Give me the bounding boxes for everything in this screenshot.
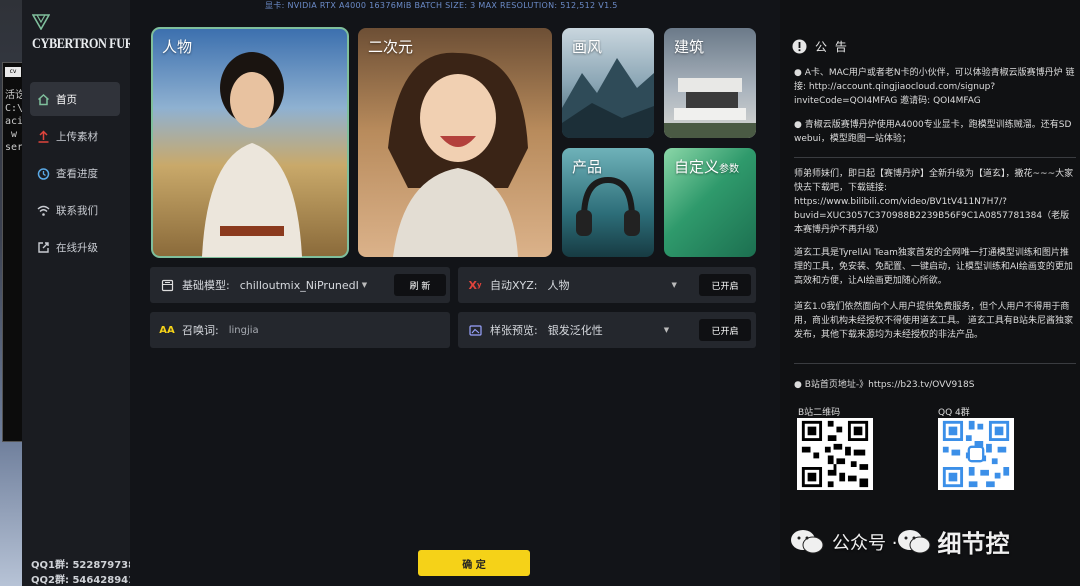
chevron-down-icon[interactable]: ▼ [672, 281, 677, 289]
announcement-title: 公 告 [815, 40, 849, 54]
wechat-icon [898, 529, 931, 553]
notice-paragraph-4: 道玄工具是TyrellAI Team独家首发的全网唯一打通模型训练和图片推理的工… [794, 248, 1073, 286]
wifi-icon [36, 203, 50, 217]
wechat-icon [791, 529, 824, 553]
divider [794, 363, 1076, 364]
nav-item-upgrade[interactable]: 在线升级 [30, 230, 120, 264]
logo-icon [32, 14, 50, 30]
base-model-panel: 基础模型: chilloutmix_NiPrunedI ▼ 刷 新 [150, 267, 450, 303]
announcement-panel: 公 告 ● A卡、MAC用户或者老N卡的小伙伴，可以体验青椒云版赛博丹炉 链接:… [780, 0, 1080, 586]
qq-group-qr-code [938, 418, 1014, 490]
confirm-button[interactable]: 确 定 [418, 550, 530, 576]
prompt-input[interactable]: lingjia [229, 325, 429, 336]
bilibili-link[interactable]: ● B站首页地址-》https://b23.tv/OVV918S [794, 378, 1077, 392]
auto-xyz-panel: Xy 自动XYZ: 人物 ▼ 已开启 [458, 267, 756, 303]
category-label: 建筑 [674, 38, 705, 56]
preview-panel: 样张预览: 银发泛化性 ▼ 已开启 [458, 312, 756, 348]
app-logo-text: CYBERTRON FURNACE [32, 36, 167, 52]
watermark-brand: 细节控 [937, 530, 1010, 558]
category-label: 自定义参数 [674, 158, 740, 176]
category-card-anime[interactable]: 二次元 [358, 28, 552, 257]
gpu-info: 显卡: NVIDIA RTX A4000 16376MiB BATCH SIZE… [265, 1, 618, 10]
progress-icon [36, 166, 50, 180]
database-icon [160, 278, 174, 292]
category-card-product[interactable]: 产品 [562, 148, 654, 257]
preview-toggle[interactable]: 已开启 [699, 319, 751, 341]
category-label: 产品 [572, 158, 603, 176]
console-badge: cv [5, 67, 21, 77]
external-link-icon [36, 240, 50, 254]
info-icon [792, 39, 807, 54]
nav-label: 首页 [56, 93, 77, 106]
bilibili-qr-code [797, 418, 873, 490]
nav-item-contact[interactable]: 联系我们 [30, 193, 120, 227]
category-card-portrait[interactable]: 人物 [151, 27, 349, 258]
watermark: 公众号 · 细节控 [790, 524, 1009, 559]
app-window: CYBERTRON FURNACE 首页 上传素材 查看进度 联系我们 在线升级… [22, 0, 780, 586]
chevron-down-icon[interactable]: ▼ [362, 281, 367, 289]
nav-label: 上传素材 [56, 130, 98, 143]
qq-group-2: QQ2群: 546428941 [31, 575, 136, 586]
qq-group-1: QQ1群: 522879738 [31, 560, 136, 571]
notice-paragraph-2: ● 青椒云版赛博丹炉使用A4000专业显卡，跑模型训练贼溜。还有SD webui… [794, 120, 1072, 144]
chevron-down-icon[interactable]: ▼ [664, 326, 669, 334]
image-icon [468, 323, 482, 337]
qr-label-bilibili: B站二维码 [798, 408, 841, 418]
portrait-image [202, 52, 302, 257]
category-card-custom[interactable]: 自定义参数 [664, 148, 756, 257]
nav-item-progress[interactable]: 查看进度 [30, 156, 120, 190]
anime-image [388, 52, 528, 257]
prompt-label: 召唤词: [182, 324, 219, 337]
watermark-text: 公众号 · [832, 532, 898, 554]
auto-xyz-label: 自动XYZ: [490, 279, 538, 292]
category-label: 画风 [572, 38, 603, 56]
notice-paragraph-3: 师弟师妹们，即日起【赛博丹炉】全新升级为【道玄】，撒花~~~大家快去下载吧，下载… [794, 169, 1074, 235]
qr-label-qq: QQ 4群 [938, 408, 970, 418]
prompt-panel: AA 召唤词: lingjia [150, 312, 450, 348]
nav-label: 联系我们 [56, 204, 98, 217]
refresh-button[interactable]: 刷 新 [394, 274, 446, 296]
text-icon: AA [159, 324, 175, 336]
sidebar: CYBERTRON FURNACE 首页 上传素材 查看进度 联系我们 在线升级… [22, 0, 167, 586]
nav-label: 查看进度 [56, 167, 98, 180]
nav-item-upload[interactable]: 上传素材 [30, 119, 120, 153]
announcement-header: 公 告 [792, 38, 849, 55]
category-card-architecture[interactable]: 建筑 [664, 28, 756, 138]
upload-icon [36, 129, 50, 143]
console-window[interactable]: cv 活讫 C:\ aci w ser [2, 62, 25, 442]
notice-paragraph-1: ● A卡、MAC用户或者老N卡的小伙伴，可以体验青椒云版赛博丹炉 链接: htt… [794, 68, 1075, 106]
nav-label: 在线升级 [56, 241, 98, 254]
notice-paragraph-5: 道玄1.0我们依然面向个人用户提供免费服务，但个人用户不得用于商用，商业机构未经… [794, 302, 1074, 340]
nav-item-home[interactable]: 首页 [30, 82, 120, 116]
home-icon [36, 92, 50, 106]
category-label: 人物 [162, 38, 193, 56]
xy-icon: Xy [468, 278, 482, 292]
preview-select[interactable]: 银发泛化性 [548, 322, 660, 338]
auto-xyz-toggle[interactable]: 已开启 [699, 274, 751, 296]
divider [794, 157, 1076, 158]
category-label: 二次元 [368, 38, 414, 56]
preview-label: 样张预览: [490, 324, 538, 337]
auto-xyz-select[interactable]: 人物 [548, 277, 668, 293]
category-card-art-style[interactable]: 画风 [562, 28, 654, 138]
base-model-label: 基础模型: [182, 279, 230, 292]
base-model-select[interactable]: chilloutmix_NiPrunedI [240, 279, 358, 292]
main-content: 显卡: NVIDIA RTX A4000 16376MiB BATCH SIZE… [130, 0, 780, 586]
